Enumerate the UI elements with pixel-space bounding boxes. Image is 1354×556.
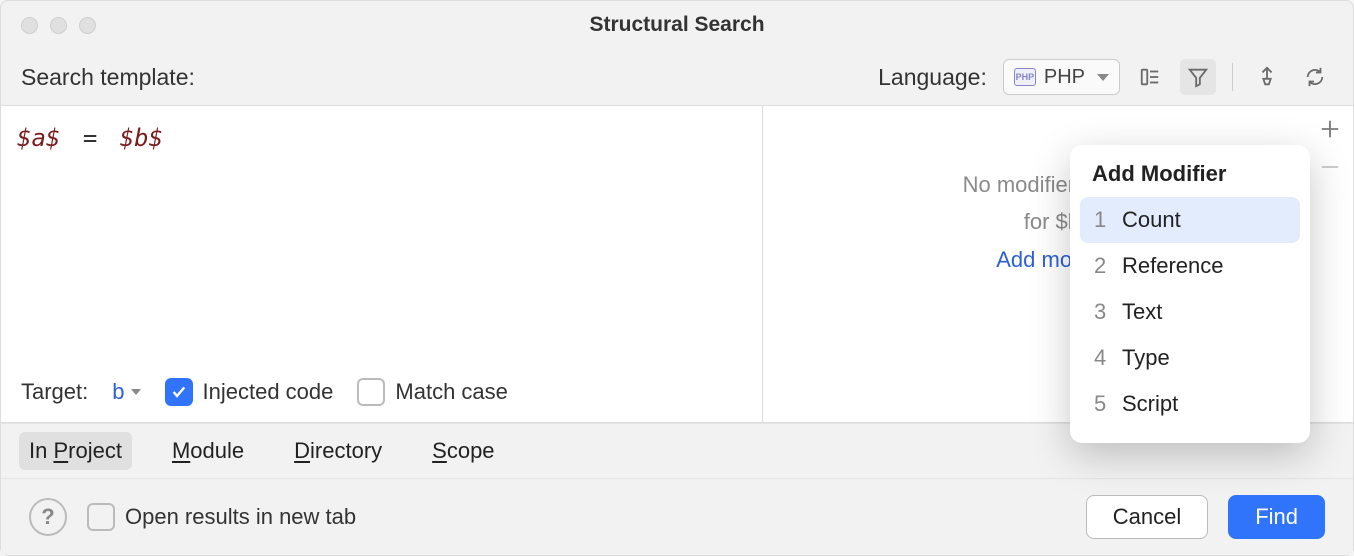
language-selector[interactable]: PHP PHP xyxy=(1003,59,1120,95)
popup-item-label: Text xyxy=(1122,299,1162,325)
filter-icon[interactable] xyxy=(1180,59,1216,95)
window-controls xyxy=(21,17,96,34)
language-name: PHP xyxy=(1044,66,1085,89)
scope-tab-module[interactable]: Module xyxy=(162,432,254,470)
language-label: Language: xyxy=(878,64,987,91)
checkbox-unchecked-icon xyxy=(357,378,385,406)
structural-search-window: Structural Search Search template: Langu… xyxy=(0,0,1354,556)
popup-item-number: 2 xyxy=(1094,253,1108,279)
add-modifier-popup: Add Modifier 1 Count 2 Reference 3 Text … xyxy=(1070,145,1310,443)
popup-item-reference[interactable]: 2 Reference xyxy=(1080,243,1300,289)
history-icon[interactable] xyxy=(1132,59,1168,95)
popup-item-number: 4 xyxy=(1094,345,1108,371)
help-button[interactable]: ? xyxy=(29,498,67,536)
popup-title: Add Modifier xyxy=(1080,159,1300,197)
close-dot[interactable] xyxy=(21,17,38,34)
popup-item-label: Reference xyxy=(1122,253,1224,279)
add-modifier-button[interactable] xyxy=(1317,116,1343,142)
editor-pane: $a$ = $b$ Target: b Injected code xyxy=(1,106,763,422)
injected-code-checkbox[interactable]: Injected code xyxy=(165,378,334,406)
chevron-down-icon xyxy=(1097,74,1109,81)
scope-tab-scope[interactable]: Scope xyxy=(422,432,504,470)
popup-item-number: 3 xyxy=(1094,299,1108,325)
injected-code-label: Injected code xyxy=(203,379,334,405)
open-new-tab-checkbox[interactable]: Open results in new tab xyxy=(87,503,356,531)
target-value: b xyxy=(112,379,124,405)
add-remove-buttons xyxy=(1317,116,1343,180)
popup-item-type[interactable]: 4 Type xyxy=(1080,335,1300,381)
separator xyxy=(1232,63,1233,91)
var-b: $b$ xyxy=(120,124,163,152)
php-icon: PHP xyxy=(1014,68,1036,86)
popup-item-number: 5 xyxy=(1094,391,1108,417)
equals: = xyxy=(83,124,97,152)
zoom-dot[interactable] xyxy=(79,17,96,34)
refresh-icon[interactable] xyxy=(1297,59,1333,95)
popup-item-label: Script xyxy=(1122,391,1178,417)
scope-tab-directory[interactable]: Directory xyxy=(284,432,392,470)
minimize-dot[interactable] xyxy=(50,17,67,34)
controls-row: Target: b Injected code Match case xyxy=(1,362,762,422)
popup-item-label: Type xyxy=(1122,345,1170,371)
scope-tab-in-project[interactable]: In Project xyxy=(19,432,132,470)
titlebar: Structural Search xyxy=(1,1,1353,49)
popup-item-count[interactable]: 1 Count xyxy=(1080,197,1300,243)
checkbox-unchecked-icon xyxy=(87,503,115,531)
toolbar: Search template: Language: PHP PHP xyxy=(1,49,1353,105)
popup-item-label: Count xyxy=(1122,207,1181,233)
chevron-down-icon xyxy=(131,389,141,395)
remove-modifier-button[interactable] xyxy=(1317,154,1343,180)
target-selector[interactable]: b xyxy=(112,379,140,405)
open-new-tab-label: Open results in new tab xyxy=(125,504,356,530)
template-editor[interactable]: $a$ = $b$ xyxy=(1,106,762,362)
target-label: Target: xyxy=(21,379,88,405)
popup-item-text[interactable]: 3 Text xyxy=(1080,289,1300,335)
popup-item-script[interactable]: 5 Script xyxy=(1080,381,1300,427)
bottom-bar: ? Open results in new tab Cancel Find xyxy=(1,479,1353,555)
popup-item-number: 1 xyxy=(1094,207,1108,233)
cancel-button[interactable]: Cancel xyxy=(1086,495,1208,539)
checkbox-checked-icon xyxy=(165,378,193,406)
window-title: Structural Search xyxy=(589,13,764,37)
var-a: $a$ xyxy=(17,124,60,152)
pin-icon[interactable] xyxy=(1249,59,1285,95)
find-button[interactable]: Find xyxy=(1228,495,1325,539)
search-template-label: Search template: xyxy=(21,64,195,91)
match-case-checkbox[interactable]: Match case xyxy=(357,378,508,406)
match-case-label: Match case xyxy=(395,379,508,405)
